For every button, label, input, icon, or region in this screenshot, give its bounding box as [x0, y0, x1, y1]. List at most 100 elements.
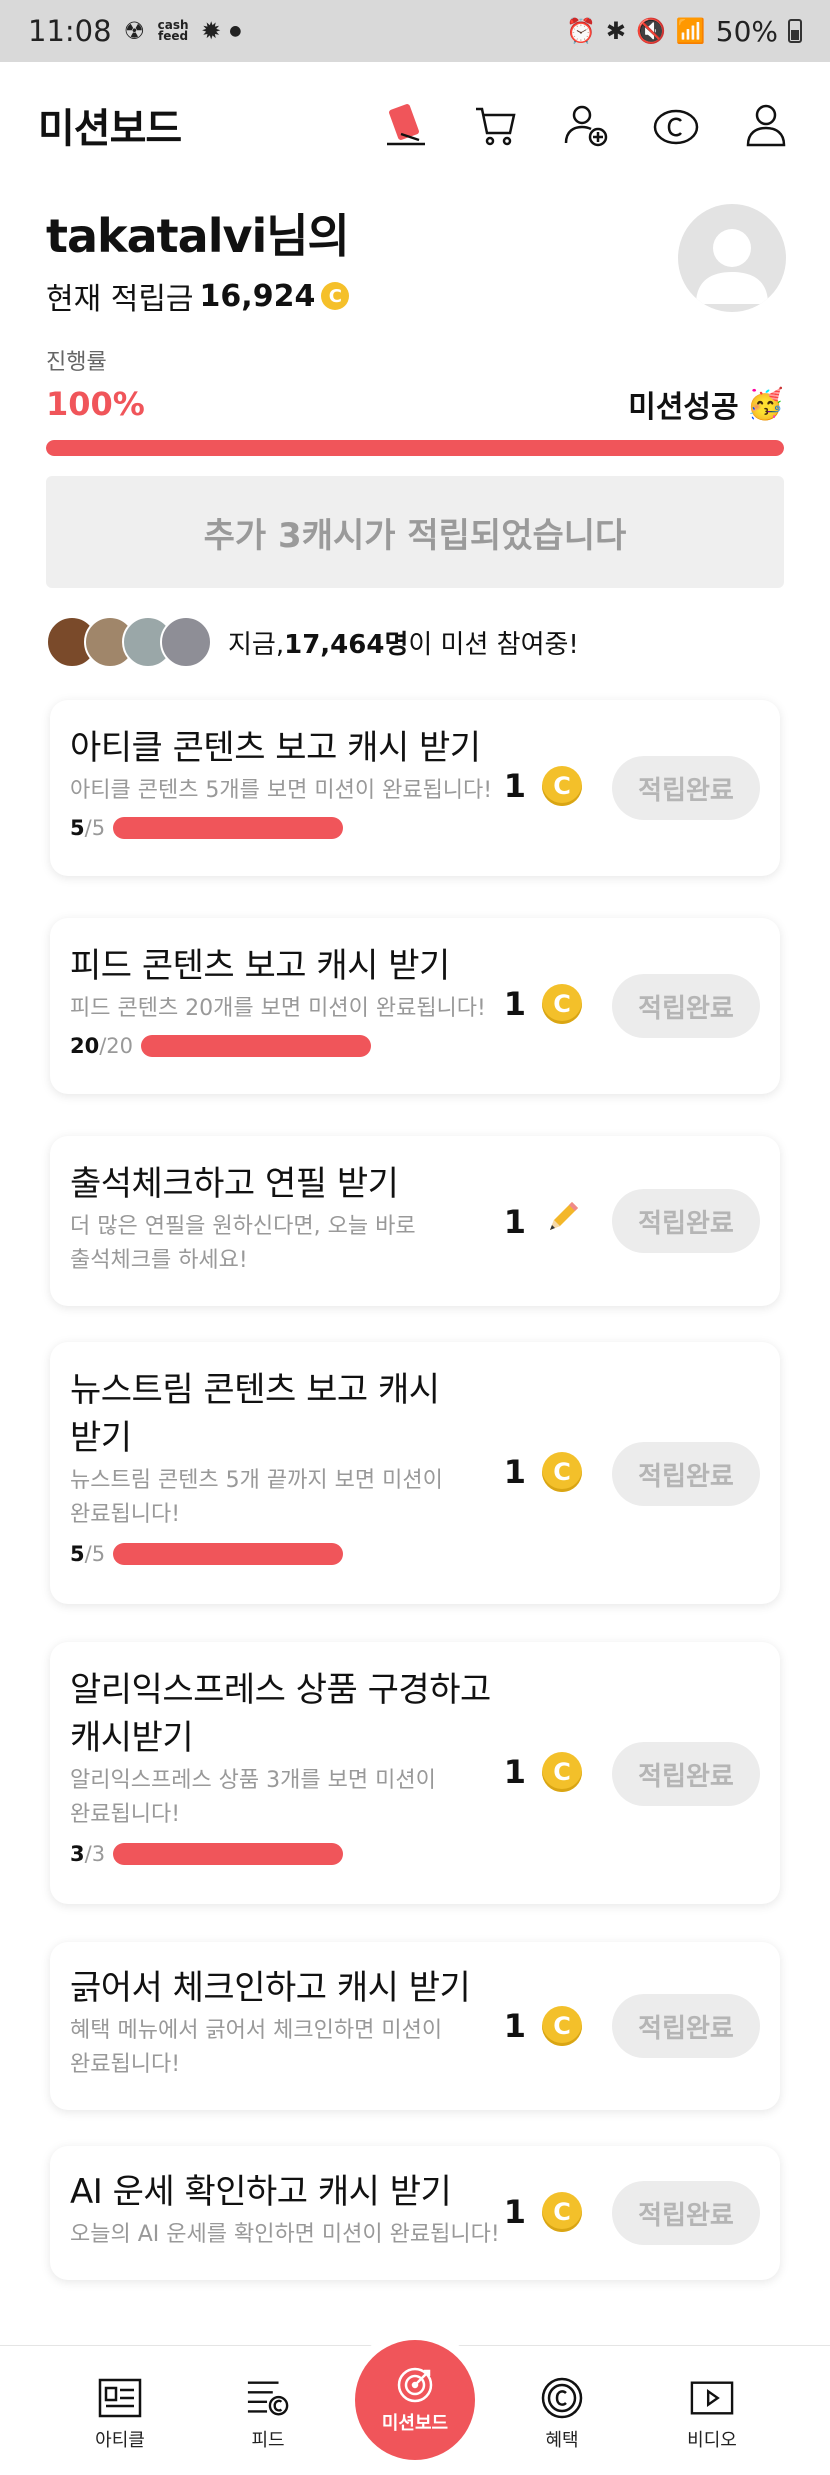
mission-card[interactable]: 아티클 콘텐츠 보고 캐시 받기 아티클 콘텐츠 5개를 보면 미션이 완료됩니… — [50, 700, 780, 876]
mission-card[interactable]: 알리익스프레스 상품 구경하고 캐시받기 알리익스프레스 상품 3개를 보면 미… — [50, 1642, 780, 1904]
mission-desc: 아티클 콘텐츠 5개를 보면 미션이 완료됩니다! — [70, 778, 493, 803]
claimed-button[interactable]: 적립완료 — [612, 1442, 760, 1506]
pencil-icon — [542, 1198, 582, 1246]
nav-item-feed[interactable]: 피드 — [208, 2376, 328, 2452]
wifi-icon: 📶 — [675, 17, 706, 45]
nav-item-video[interactable]: 비디오 — [652, 2376, 772, 2452]
reward-amount: 1 — [503, 2007, 526, 2045]
mission-desc: 오늘의 AI 운세를 확인하면 미션이 완료됩니다! — [70, 2222, 500, 2247]
mission-desc: 혜택 메뉴에서 긁어서 체크인하면 미션이 완료됩니다! — [70, 2014, 442, 2082]
dot-icon: ● — [229, 23, 242, 39]
claimed-button[interactable]: 적립완료 — [612, 756, 760, 820]
mission-desc: 더 많은 연필을 원하신다면, 오늘 바로 출석체크를 하세요! — [70, 1210, 416, 1278]
app-header: 미션보드 — [0, 62, 830, 188]
avatar[interactable] — [678, 204, 786, 312]
desc-line: 완료됩니다! — [70, 1502, 181, 1527]
reward-amount: 1 — [503, 985, 526, 1023]
count-total: /3 — [84, 1842, 106, 1866]
desc-line: 출석체크를 하세요! — [70, 1248, 248, 1273]
claimed-button[interactable]: 적립완료 — [612, 1994, 760, 2058]
status-bar: 11:08 ☢ cash feed ✹ ● ⏰ ✱ 🔇 📶 50% — [0, 0, 830, 62]
coin-icon: C — [542, 1452, 582, 1492]
balance-value: 16,924 — [199, 278, 316, 314]
mission-title: 긁어서 체크인하고 캐시 받기 — [70, 1968, 471, 2008]
count-total: /5 — [84, 1542, 106, 1566]
reward-amount: 1 — [503, 2193, 526, 2231]
claimed-button[interactable]: 적립완료 — [612, 974, 760, 1038]
mission-count: 5/5 — [70, 1542, 344, 1566]
radiation-icon: ☢ — [123, 17, 146, 45]
claimed-button[interactable]: 적립완료 — [612, 2181, 760, 2245]
mission-reward: 1 C — [504, 1752, 582, 1792]
profile-icon[interactable] — [740, 99, 792, 151]
title-line: 캐시받기 — [70, 1718, 194, 1758]
mission-title: 뉴스트림 콘텐츠 보고 캐시 받기 — [70, 1366, 440, 1462]
mission-card-icon[interactable] — [380, 99, 432, 151]
reward-notice: 추가 3캐시가 적립되었습니다 — [46, 476, 784, 588]
participant-avatars — [46, 616, 212, 668]
progress-label: 진행률 — [46, 350, 107, 375]
nav-label: 미션보드 — [381, 2413, 449, 2434]
desc-line: 뉴스트림 콘텐츠 5개 끝까지 보면 미션이 — [70, 1468, 443, 1493]
mission-card[interactable]: 피드 콘텐츠 보고 캐시 받기 피드 콘텐츠 20개를 보면 미션이 완료됩니다… — [50, 918, 780, 1094]
count-done: 3 — [70, 1842, 85, 1866]
mission-desc: 피드 콘텐츠 20개를 보면 미션이 완료됩니다! — [70, 996, 486, 1021]
mission-card[interactable]: 출석체크하고 연필 받기 더 많은 연필을 원하신다면, 오늘 바로 출석체크를… — [50, 1136, 780, 1306]
count-done: 5 — [70, 1542, 85, 1566]
feed-icon — [246, 2376, 290, 2420]
mission-title: AI 운세 확인하고 캐시 받기 — [70, 2172, 452, 2212]
count-total: /20 — [99, 1034, 134, 1058]
mission-title: 알리익스프레스 상품 구경하고 캐시받기 — [70, 1666, 491, 1762]
status-time: 11:08 — [28, 14, 112, 48]
mute-icon: 🔇 — [635, 17, 666, 45]
balance-label: 현재 적립금 — [46, 282, 194, 317]
cash-icon[interactable] — [650, 99, 702, 151]
coin-icon: C — [542, 1752, 582, 1792]
add-friend-icon[interactable] — [560, 99, 612, 151]
mission-count: 5/5 — [70, 816, 344, 840]
battery-icon — [788, 19, 802, 43]
nav-label: 아티클 — [95, 2430, 145, 2451]
mission-progress-bar — [113, 1843, 344, 1865]
count-done: 5 — [70, 816, 85, 840]
nav-item-missionboard[interactable]: 미션보드 — [355, 2340, 475, 2460]
title-line: 알리익스프레스 상품 구경하고 — [70, 1670, 491, 1710]
reward-amount: 1 — [503, 1453, 526, 1491]
target-icon — [397, 2367, 433, 2403]
claimed-button[interactable]: 적립완료 — [612, 1189, 760, 1253]
benefit-coin-icon — [540, 2376, 584, 2420]
claimed-button[interactable]: 적립완료 — [612, 1742, 760, 1806]
reward-amount: 1 — [503, 767, 526, 805]
title-line: 받기 — [70, 1418, 132, 1458]
party-icon: 🥳 — [746, 386, 784, 422]
coin-icon: C — [542, 2006, 582, 2046]
mission-progress-bar — [113, 1543, 344, 1565]
coin-icon: C — [542, 984, 582, 1024]
mission-count: 3/3 — [70, 1842, 344, 1866]
page-title: 미션보드 — [38, 106, 182, 152]
mission-card[interactable]: AI 운세 확인하고 캐시 받기 오늘의 AI 운세를 확인하면 미션이 완료됩… — [50, 2146, 780, 2280]
mission-reward: 1 C — [504, 984, 582, 1024]
progress-bar — [46, 440, 784, 456]
coin-icon: C — [542, 766, 582, 806]
profile-section: takatalvi님의 현재 적립금 16,924 C — [46, 200, 786, 320]
title-line: 뉴스트림 콘텐츠 보고 캐시 — [70, 1370, 440, 1410]
mission-status-text: 미션성공 — [628, 390, 739, 425]
mission-card[interactable]: 긁어서 체크인하고 캐시 받기 혜택 메뉴에서 긁어서 체크인하면 미션이 완료… — [50, 1942, 780, 2110]
nav-item-article[interactable]: 아티클 — [60, 2376, 180, 2452]
video-play-icon — [690, 2376, 734, 2420]
mission-reward: 1 C — [504, 2006, 582, 2046]
article-icon — [98, 2376, 142, 2420]
participants-row: 지금, 17,464명 이 미션 참여중! — [46, 616, 579, 668]
bluetooth-icon: ✱ — [605, 17, 626, 45]
reward-amount: 1 — [503, 1203, 526, 1241]
gear-icon: ✹ — [201, 17, 222, 45]
cart-icon[interactable] — [470, 99, 522, 151]
mission-title: 피드 콘텐츠 보고 캐시 받기 — [70, 946, 450, 986]
nav-item-benefit[interactable]: 혜택 — [502, 2376, 622, 2452]
mission-reward: 1 C — [504, 2192, 582, 2232]
progress-section: 진행률 100% 미션성공 🥳 — [46, 344, 784, 456]
participants-suffix: 이 미션 참여중! — [408, 629, 579, 660]
mission-reward: 1 C — [504, 766, 582, 806]
mission-card[interactable]: 뉴스트림 콘텐츠 보고 캐시 받기 뉴스트림 콘텐츠 5개 끝까지 보면 미션이… — [50, 1342, 780, 1604]
